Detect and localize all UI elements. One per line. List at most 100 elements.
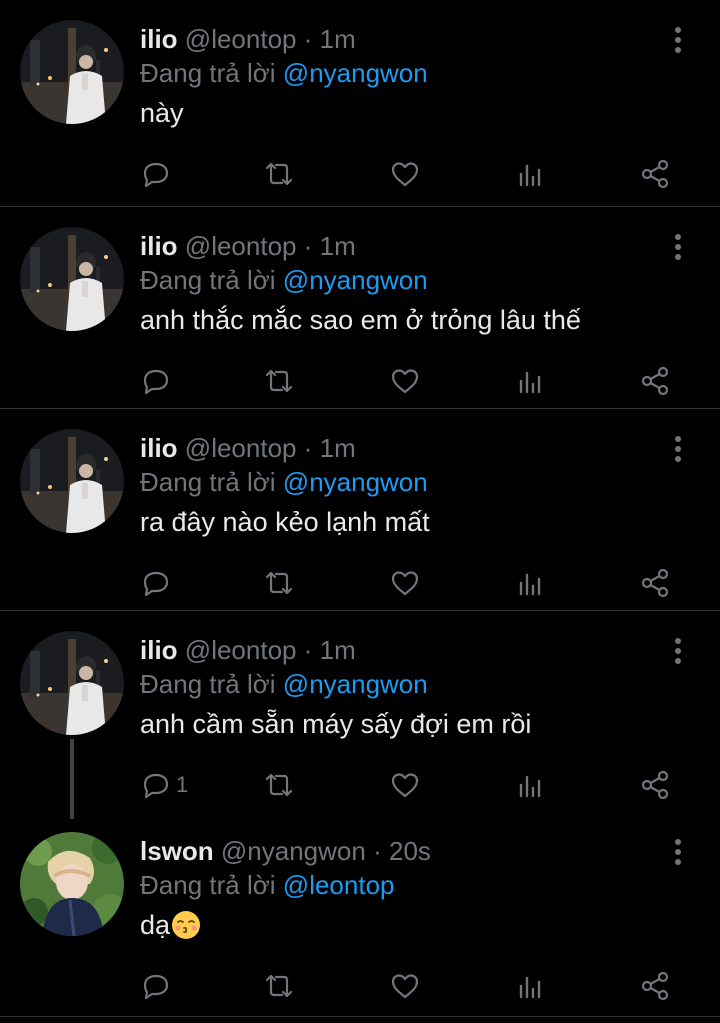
like-button[interactable] [389, 769, 421, 801]
reply-button[interactable] [140, 567, 176, 599]
handle[interactable]: @leontop [185, 24, 297, 54]
reply-prefix: Đang trả lời [140, 669, 276, 699]
tweet-text: anh cầm sẵn máy sấy đợi em rồi [140, 709, 532, 739]
avatar[interactable] [20, 20, 124, 124]
reply-prefix: Đang trả lời [140, 870, 276, 900]
heart-icon [391, 773, 419, 798]
like-button[interactable] [389, 567, 421, 599]
tweet-header: ilio @leontop · 1m [140, 229, 356, 263]
stats-button[interactable] [515, 970, 547, 1002]
retweet-button[interactable] [263, 970, 295, 1002]
reply-button[interactable]: 1 [140, 769, 188, 801]
tweet[interactable]: lswon @nyangwon · 20s Đang trả lời @leon… [0, 812, 720, 1014]
replying-to: Đang trả lời @nyangwon [140, 667, 428, 701]
share-button[interactable] [639, 158, 671, 190]
feed-divider [0, 1016, 720, 1017]
heart-icon [391, 974, 419, 999]
stats-button[interactable] [515, 365, 547, 397]
heart-icon [391, 162, 419, 187]
stats-button[interactable] [515, 158, 547, 190]
timestamp[interactable]: 20s [389, 836, 431, 866]
reply-mention[interactable]: @nyangwon [283, 669, 428, 699]
tweet[interactable]: ilio @leontop · 1m Đang trả lời @nyangwo… [0, 0, 720, 202]
separator: · [303, 635, 313, 665]
more-vertical-icon[interactable] [664, 635, 692, 667]
stats-button[interactable] [515, 567, 547, 599]
stats-button[interactable] [515, 769, 547, 801]
replying-to: Đang trả lời @nyangwon [140, 56, 428, 90]
heart-icon [391, 369, 419, 394]
display-name[interactable]: lswon [140, 836, 214, 866]
handle[interactable]: @leontop [185, 635, 297, 665]
stats-icon [519, 371, 541, 394]
reply-icon [143, 974, 169, 1000]
tweet-feed: ilio @leontop · 1m Đang trả lời @nyangwo… [0, 0, 720, 1023]
retweet-button[interactable] [263, 365, 295, 397]
retweet-icon [265, 369, 293, 393]
replying-to: Đang trả lời @leontop [140, 868, 395, 902]
display-name[interactable]: ilio [140, 635, 178, 665]
handle[interactable]: @leontop [185, 231, 297, 261]
action-bar [0, 150, 720, 198]
handle[interactable]: @leontop [185, 433, 297, 463]
avatar[interactable] [20, 631, 124, 735]
share-button[interactable] [639, 567, 671, 599]
retweet-button[interactable] [263, 567, 295, 599]
like-button[interactable] [389, 970, 421, 1002]
stats-icon [519, 573, 541, 596]
reply-prefix: Đang trả lời [140, 58, 276, 88]
share-button[interactable] [639, 769, 671, 801]
timestamp[interactable]: 1m [320, 635, 356, 665]
reply-button[interactable] [140, 970, 176, 1002]
more-vertical-icon[interactable] [664, 24, 692, 56]
display-name[interactable]: ilio [140, 433, 178, 463]
retweet-button[interactable] [263, 769, 295, 801]
action-bar [0, 357, 720, 405]
tweet[interactable]: ilio @leontop · 1m Đang trả lời @nyangwo… [0, 206, 720, 408]
avatar[interactable] [20, 832, 124, 936]
reply-mention[interactable]: @leontop [283, 870, 395, 900]
share-button[interactable] [639, 365, 671, 397]
display-name[interactable]: ilio [140, 24, 178, 54]
separator: · [303, 231, 313, 261]
action-bar: 1 [0, 761, 720, 809]
reply-mention[interactable]: @nyangwon [283, 467, 428, 497]
tweet-header: ilio @leontop · 1m [140, 633, 356, 667]
share-button[interactable] [639, 970, 671, 1002]
stats-icon [519, 775, 541, 798]
reply-mention[interactable]: @nyangwon [283, 58, 428, 88]
stats-icon [519, 164, 541, 187]
reply-mention[interactable]: @nyangwon [283, 265, 428, 295]
handle[interactable]: @nyangwon [221, 836, 366, 866]
retweet-icon [265, 974, 293, 998]
tweet[interactable]: ilio @leontop · 1m Đang trả lời @nyangwo… [0, 610, 720, 819]
tweet-header: ilio @leontop · 1m [140, 22, 356, 56]
timestamp[interactable]: 1m [320, 231, 356, 261]
separator: · [373, 836, 382, 866]
display-name[interactable]: ilio [140, 231, 178, 261]
retweet-icon [265, 571, 293, 595]
reply-prefix: Đang trả lời [140, 265, 276, 295]
tweet-header: lswon @nyangwon · 20s [140, 834, 431, 868]
reply-icon [143, 162, 169, 188]
retweet-button[interactable] [263, 158, 295, 190]
avatar[interactable] [20, 429, 124, 533]
tweet-text: dạ [140, 910, 171, 940]
more-vertical-icon[interactable] [664, 836, 692, 868]
reply-button[interactable] [140, 365, 176, 397]
reply-button[interactable] [140, 158, 176, 190]
timestamp[interactable]: 1m [320, 433, 356, 463]
share-icon [641, 568, 669, 598]
retweet-icon [265, 773, 293, 797]
action-bar [0, 962, 720, 1010]
like-button[interactable] [389, 158, 421, 190]
like-button[interactable] [389, 365, 421, 397]
tweet[interactable]: ilio @leontop · 1m Đang trả lời @nyangwo… [0, 408, 720, 610]
more-vertical-icon[interactable] [664, 433, 692, 465]
share-icon [641, 770, 669, 800]
tweet-text: này [140, 98, 184, 128]
avatar[interactable] [20, 227, 124, 331]
timestamp[interactable]: 1m [320, 24, 356, 54]
tweet-header: ilio @leontop · 1m [140, 431, 356, 465]
more-vertical-icon[interactable] [664, 231, 692, 263]
